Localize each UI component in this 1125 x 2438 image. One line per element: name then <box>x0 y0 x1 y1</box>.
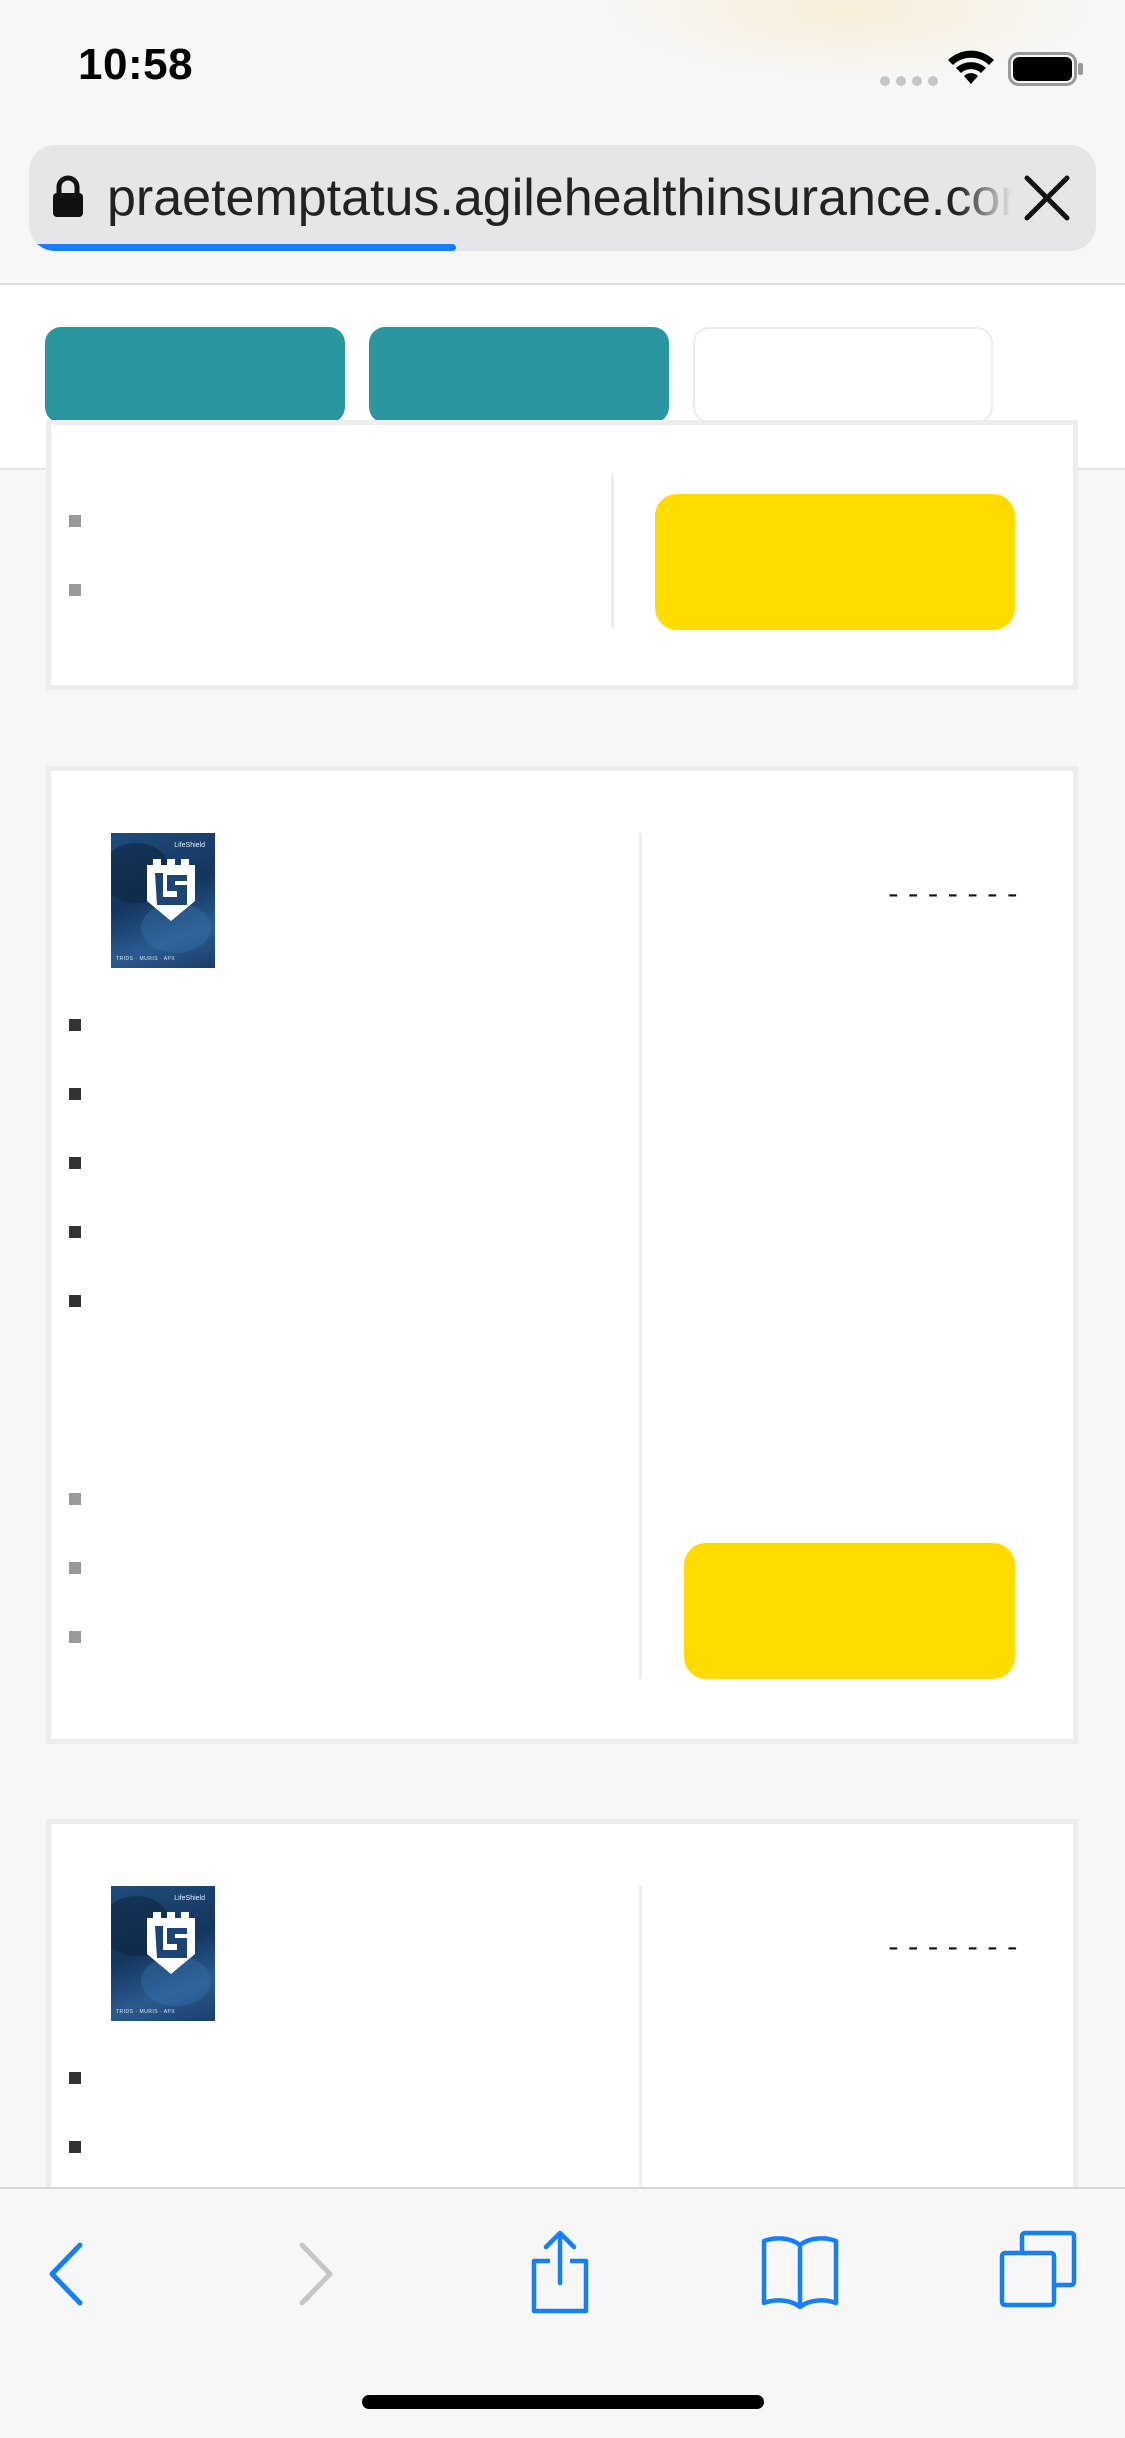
insurer-logo: LifeShield TRIDS · MURIS · APX <box>111 833 215 968</box>
tabs-icon[interactable] <box>998 2229 1078 2309</box>
shield-icon <box>147 1912 195 1974</box>
feature-bullet <box>69 1295 81 1307</box>
card-divider <box>611 473 614 628</box>
feature-bullet <box>69 1019 81 1031</box>
feature-bullet <box>69 1157 81 1169</box>
cellular-signal-icon <box>880 76 938 86</box>
back-icon[interactable] <box>46 2239 86 2309</box>
battery-icon <box>1008 52 1083 86</box>
forward-icon[interactable] <box>296 2239 336 2309</box>
plan-card <box>46 420 1078 690</box>
lock-icon <box>53 175 83 217</box>
feature-bullet <box>69 1088 81 1100</box>
feature-bullet <box>69 584 81 596</box>
price-placeholder: ------- <box>885 881 1024 912</box>
tab-2[interactable] <box>369 327 669 423</box>
feature-bullet <box>69 2141 81 2153</box>
tab-1[interactable] <box>45 327 345 423</box>
plan-card: LifeShield TRIDS · MURIS · APX ------- <box>46 766 1078 1744</box>
card-divider <box>639 833 642 1679</box>
share-icon[interactable] <box>528 2227 592 2315</box>
feature-bullet <box>69 1562 81 1574</box>
feature-bullet <box>69 1493 81 1505</box>
feature-bullet <box>69 515 81 527</box>
bookmarks-icon[interactable] <box>760 2233 840 2309</box>
status-time: 10:58 <box>78 40 194 89</box>
plan-card: LifeShield TRIDS · MURIS · APX ------- <box>46 1819 1078 2246</box>
url-text[interactable]: praetemptatus.agilehealthinsurance.com <box>107 168 1012 228</box>
tab-3[interactable] <box>693 327 993 423</box>
feature-bullet <box>69 1226 81 1238</box>
select-plan-button[interactable] <box>655 494 1015 630</box>
home-indicator <box>362 2395 764 2409</box>
wifi-icon <box>948 50 994 84</box>
close-icon[interactable] <box>1019 170 1075 226</box>
feature-bullet <box>69 1631 81 1643</box>
address-bar[interactable]: praetemptatus.agilehealthinsurance.com <box>29 145 1096 251</box>
feature-bullet <box>69 2072 81 2084</box>
page-load-progress <box>29 244 456 251</box>
select-plan-button[interactable] <box>684 1543 1015 1679</box>
insurer-logo: LifeShield TRIDS · MURIS · APX <box>111 1886 215 2021</box>
shield-icon <box>147 859 195 921</box>
price-placeholder: ------- <box>885 1934 1024 1965</box>
